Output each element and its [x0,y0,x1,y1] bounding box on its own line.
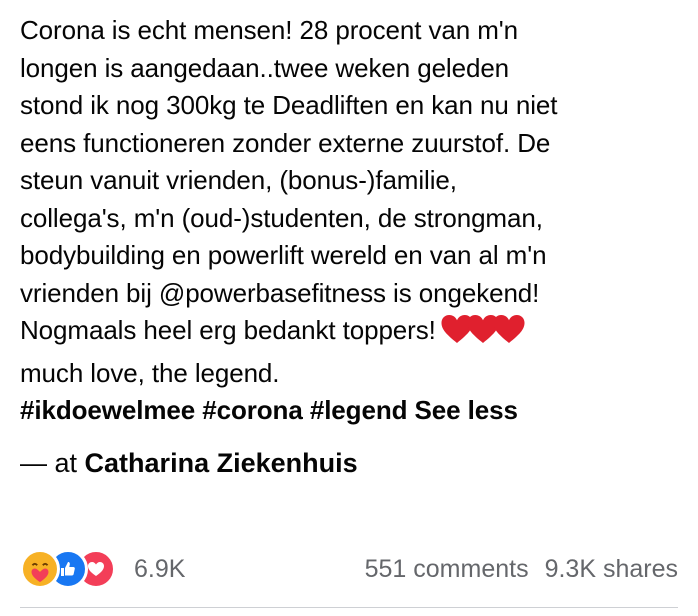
post-text: Corona is echt mensen! 28 procent van m'… [20,12,690,430]
post-text-line: collega's, m'n (oud-)studenten, de stron… [20,202,543,233]
shares-count-link[interactable]: 9.3K shares [545,555,678,584]
reaction-count: 6.9K [134,554,186,583]
post-text-line: vrienden bij @powerbasefitness is ongeke… [20,277,540,308]
hashtag-link[interactable]: #ikdoewelmee [20,395,195,425]
post-text-line: Corona is echt mensen! 28 procent van m'… [20,15,519,45]
hashtag-line: #ikdoewelmee #corona #legend See less [20,392,690,430]
post-text-line: longen is aangedaan..twee weken geleden [20,52,510,83]
heart-icon [493,315,525,343]
hashtag-link[interactable]: #legend [310,395,408,425]
comments-count-link[interactable]: 551 comments [365,555,529,584]
footer-divider [20,607,678,608]
care-icon [20,549,60,589]
hearts-emoji-group [440,314,525,355]
reactions-summary[interactable]: 6.9K [20,549,185,589]
post-text-line: eens functioneren zonder externe zuursto… [20,127,551,158]
post-text-line: steun vanuit vrienden, (bonus-)familie, [20,165,457,195]
post-footer: 6.9K 551 comments 9.3K shares [20,545,678,593]
post-text-line: stond ik nog 300kg te Deadliften en kan … [20,90,558,120]
hashtag-link[interactable]: #corona [202,395,303,425]
post-text-line: Nogmaals heel erg bedankt toppers! [20,315,436,345]
post-text-line: bodybuilding en powerlift wereld en van … [20,240,547,270]
post-text-line-with-hearts: Nogmaals heel erg bedankt toppers! [20,312,690,355]
location-prefix: — at [20,448,78,478]
see-less-link[interactable]: See less [415,395,518,425]
post-text-line: much love, the legend. [20,357,280,388]
location-link[interactable]: Catharina Ziekenhuis [85,448,358,478]
location-tag: — at Catharina Ziekenhuis [20,445,358,481]
